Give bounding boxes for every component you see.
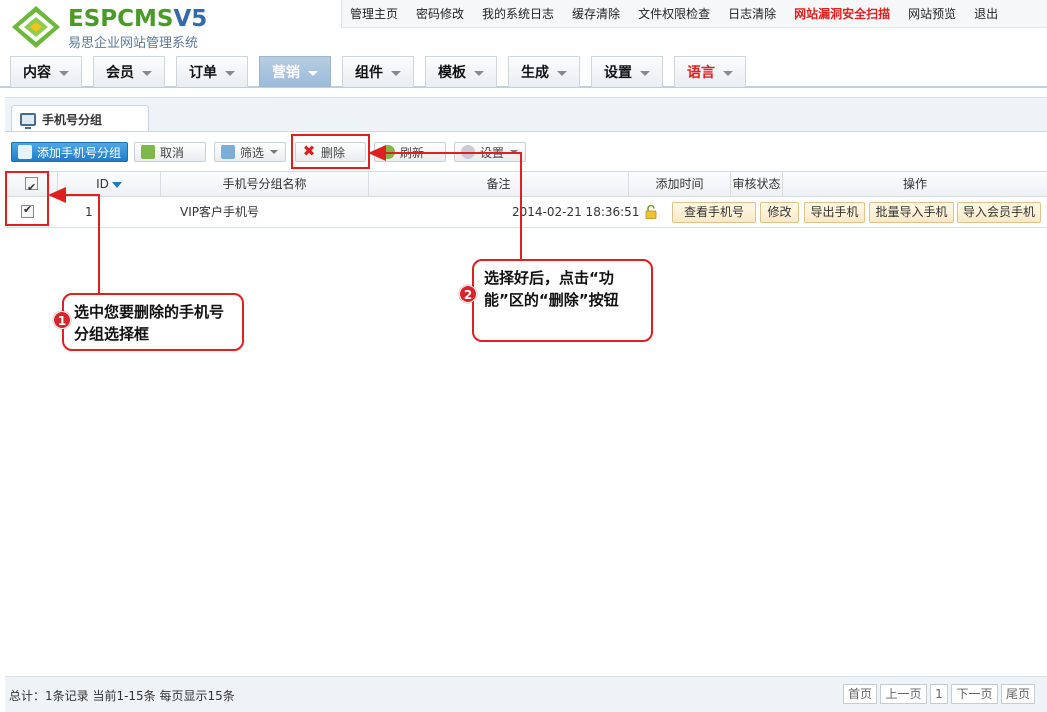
col-status: 审核状态	[731, 172, 783, 197]
edit-button[interactable]: 修改	[760, 202, 799, 223]
row-add-time: 2014-02-21 18:36:51	[512, 205, 640, 219]
col-actions: 操作	[902, 177, 927, 191]
batch-import-button[interactable]: 批量导入手机	[869, 202, 954, 223]
topnav-security-scan[interactable]: 网站漏洞安全扫描	[794, 5, 890, 22]
unlock-icon[interactable]	[645, 205, 657, 219]
add-group-button[interactable]: 添加手机号分组	[11, 142, 128, 162]
pagination-summary: 总计：1条记录 当前1-15条 每页显示15条	[9, 689, 235, 703]
chevron-down-icon	[142, 70, 152, 76]
tab-content[interactable]: 内容	[10, 56, 82, 87]
monitor-icon	[20, 112, 36, 129]
topnav-logout[interactable]: 退出	[974, 5, 998, 22]
chevron-down-icon	[557, 70, 567, 76]
table-row[interactable]: 1 VIP客户手机号 2014-02-21 18:36:51 查看手机号 修改 …	[5, 197, 1047, 228]
top-nav: 管理主页 密码修改 我的系统日志 缓存清除 文件权限检查 日志清除 网站漏洞安全…	[341, 0, 1047, 28]
tab-settings[interactable]: 设置	[591, 56, 663, 87]
highlight-checkbox-box	[5, 171, 49, 226]
chevron-down-icon	[723, 70, 733, 76]
chevron-down-icon	[391, 70, 401, 76]
add-icon	[18, 145, 32, 159]
arrow-head-icon	[368, 145, 386, 161]
header: ESPCMSV5 易思企业网站管理系统 管理主页 密码修改 我的系统日志 缓存清…	[0, 0, 1047, 56]
tab-order[interactable]: 订单	[176, 56, 248, 87]
row-id: 1	[85, 205, 93, 219]
last-page-button[interactable]: 尾页	[1001, 684, 1035, 704]
tab-template[interactable]: 模板	[425, 56, 497, 87]
group-table: ID 手机号分组名称 备注 添加时间 审核状态 操作 1 VIP客户手机号 20…	[5, 171, 1047, 228]
toolbar: 添加手机号分组 取消 筛选 ✖ 删除 刷新 设置	[5, 131, 1047, 171]
topnav-home[interactable]: 管理主页	[350, 5, 398, 22]
tab-generate[interactable]: 生成	[508, 56, 580, 87]
topnav-file-permission[interactable]: 文件权限检查	[638, 5, 710, 22]
chevron-down-icon	[59, 70, 69, 76]
sort-desc-icon	[111, 181, 122, 188]
table-header: ID 手机号分组名称 备注 添加时间 审核状态 操作	[5, 171, 1047, 200]
logo-icon	[12, 6, 60, 48]
chevron-down-icon	[474, 70, 484, 76]
prev-page-button[interactable]: 上一页	[880, 684, 927, 704]
chevron-down-icon	[308, 70, 318, 76]
callout-step-1: 选中您要删除的手机号分组选择框	[62, 293, 244, 351]
arrow-line	[98, 194, 100, 293]
col-add-time: 添加时间	[629, 172, 731, 197]
arrow-line	[383, 152, 522, 154]
col-name: 手机号分组名称	[161, 172, 369, 197]
logo[interactable]: ESPCMSV5 易思企业网站管理系统	[10, 4, 220, 51]
main-tab-bar: 内容 会员 订单 营销 组件 模板 生成 设置 语言	[0, 56, 1047, 88]
callout-step-2: 选择好后，点击“功能”区的“删除”按钮	[472, 259, 653, 342]
chevron-down-icon	[640, 70, 650, 76]
topnav-clear-cache[interactable]: 缓存清除	[572, 5, 620, 22]
cancel-icon	[141, 145, 155, 159]
topnav-clear-log[interactable]: 日志清除	[728, 5, 776, 22]
row-name: VIP客户手机号	[180, 205, 259, 219]
step-badge-1: 1	[53, 311, 71, 329]
topnav-my-log[interactable]: 我的系统日志	[482, 5, 554, 22]
filter-icon	[221, 145, 235, 159]
filter-button[interactable]: 筛选	[214, 142, 286, 162]
arrow-line	[62, 194, 100, 196]
tab-member[interactable]: 会员	[93, 56, 165, 87]
col-remark: 备注	[369, 172, 629, 197]
logo-subtitle: 易思企业网站管理系统	[68, 36, 199, 51]
arrow-line	[520, 152, 522, 259]
tab-language[interactable]: 语言	[674, 56, 746, 87]
topnav-preview[interactable]: 网站预览	[908, 5, 956, 22]
chevron-down-icon	[225, 70, 235, 76]
topnav-password[interactable]: 密码修改	[416, 5, 464, 22]
step-badge-2: 2	[459, 285, 477, 303]
next-page-button[interactable]: 下一页	[951, 684, 998, 704]
subtab-mobile-group[interactable]: 手机号分组	[11, 105, 149, 132]
tab-marketing[interactable]: 营销	[259, 56, 331, 87]
cancel-button[interactable]: 取消	[134, 142, 206, 162]
export-mobiles-button[interactable]: 导出手机	[804, 202, 865, 223]
first-page-button[interactable]: 首页	[843, 684, 877, 704]
logo-wordmark: ESPCMSV5	[68, 6, 208, 32]
sub-tab-bar: 手机号分组	[5, 97, 1047, 132]
page-number-button[interactable]: 1	[930, 684, 948, 704]
import-member-mobiles-button[interactable]: 导入会员手机	[957, 202, 1041, 223]
arrow-head-icon	[48, 187, 66, 203]
chevron-down-icon	[270, 150, 279, 154]
highlight-delete-box	[291, 134, 370, 169]
view-mobiles-button[interactable]: 查看手机号	[672, 202, 756, 223]
tab-component[interactable]: 组件	[342, 56, 414, 87]
footer: 总计：1条记录 当前1-15条 每页显示15条 首页 上一页 1 下一页 尾页	[5, 676, 1047, 712]
